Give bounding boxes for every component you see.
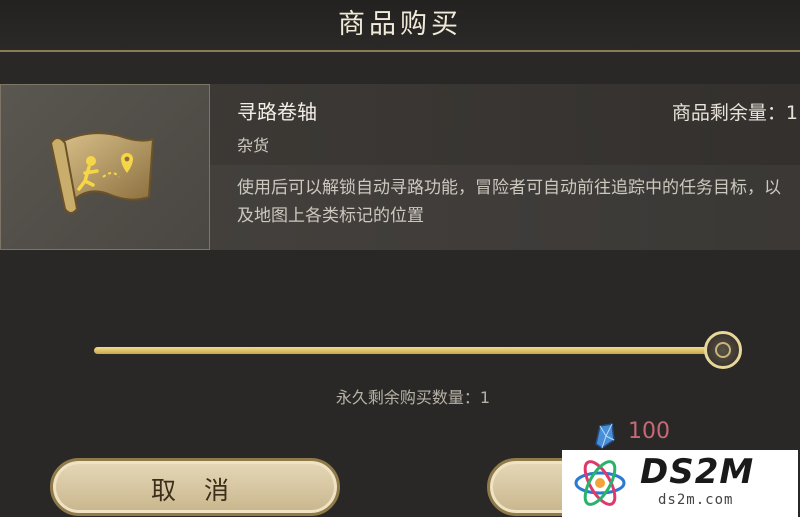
price-amount: 100 bbox=[628, 419, 670, 444]
watermark-logo: DS2M ds2m.com bbox=[562, 450, 798, 517]
dialog-header: 商品购买 bbox=[0, 0, 800, 52]
item-icon-frame bbox=[0, 84, 210, 250]
atom-logo-icon bbox=[574, 460, 626, 506]
quantity-slider-track[interactable] bbox=[94, 347, 722, 354]
cancel-button[interactable]: 取 消 bbox=[50, 458, 340, 516]
remaining-purchase-count: 永久剩余购买数量：1 bbox=[335, 388, 491, 407]
map-scroll-icon bbox=[49, 132, 155, 214]
item-category: 杂货 bbox=[237, 136, 270, 155]
blue-crystal-icon bbox=[595, 423, 615, 449]
stock-remaining: 商品剩余量：1 bbox=[671, 102, 798, 124]
dialog-title: 商品购买 bbox=[338, 9, 462, 40]
item-name: 寻路卷轴 bbox=[237, 100, 317, 124]
item-description: 使用后可以解锁自动寻路功能，冒险者可自动前往追踪中的任务目标，以及地图上各类标记… bbox=[237, 178, 781, 226]
watermark-title: DS2M bbox=[640, 452, 755, 492]
quantity-slider-handle[interactable] bbox=[704, 331, 742, 369]
cancel-button-label: 取 消 bbox=[151, 476, 239, 505]
watermark-url: ds2m.com bbox=[658, 492, 734, 508]
